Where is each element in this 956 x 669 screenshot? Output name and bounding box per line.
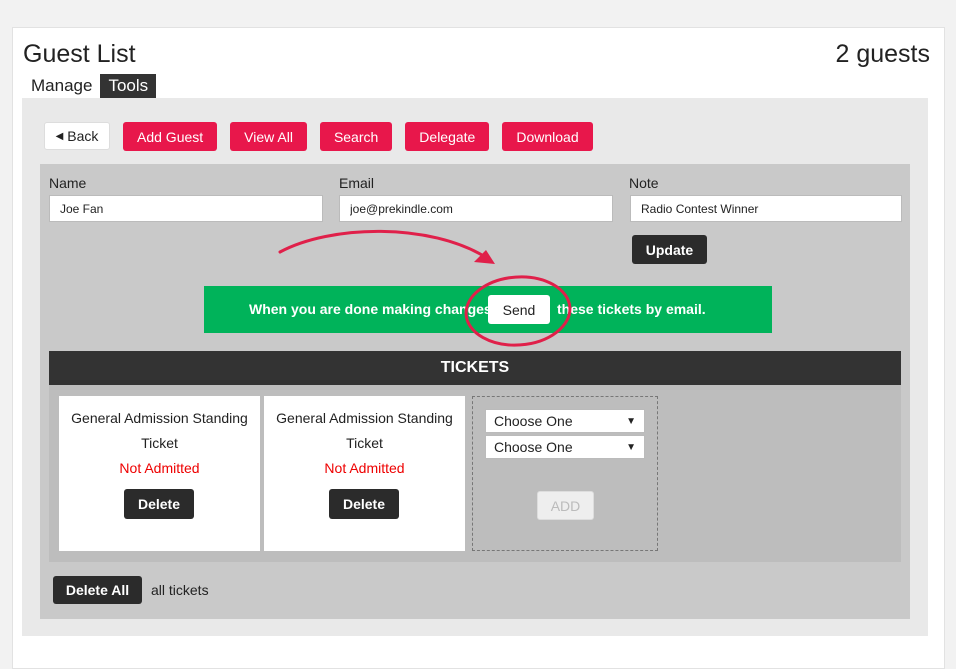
toolbar: ◀ Back Add Guest View All Search Delegat…: [44, 122, 593, 151]
name-label: Name: [49, 175, 87, 191]
banner-text-after: these tickets by email.: [557, 301, 706, 317]
add-ticket-box: Choose One ▼ Choose One ▼ ADD: [472, 396, 658, 551]
note-label: Note: [629, 175, 659, 191]
select-value: Choose One: [494, 439, 573, 455]
page-title: Guest List: [23, 40, 136, 68]
guest-list-card: Guest List 2 guests Manage Tools ◀ Back …: [12, 27, 945, 669]
tools-panel: ◀ Back Add Guest View All Search Delegat…: [22, 98, 928, 636]
guest-editor: Name Email Note Update When you are done…: [40, 164, 910, 619]
delete-ticket-button[interactable]: Delete: [329, 489, 399, 519]
ticket-status: Not Admitted: [324, 460, 405, 476]
back-button-label: Back: [67, 128, 99, 144]
ticket-name: General Admission Standing Ticket: [71, 410, 248, 451]
chevron-down-icon: ▼: [626, 415, 636, 427]
add-ticket-button[interactable]: ADD: [537, 491, 594, 520]
chevron-down-icon: ▼: [626, 441, 636, 453]
note-field[interactable]: [630, 195, 902, 222]
send-banner: When you are done making changes Send th…: [204, 286, 772, 333]
guest-count: 2 guests: [835, 40, 930, 68]
view-all-button[interactable]: View All: [230, 122, 307, 151]
ticket-option-select[interactable]: Choose One ▼: [485, 435, 645, 459]
ticket-card: General Admission Standing Ticket Not Ad…: [264, 396, 465, 551]
email-label: Email: [339, 175, 375, 191]
ticket-type-select[interactable]: Choose One ▼: [485, 409, 645, 433]
ticket-name: General Admission Standing Ticket: [276, 410, 453, 451]
tab-bar: Manage Tools: [23, 74, 157, 99]
download-button[interactable]: Download: [502, 122, 593, 151]
email-field[interactable]: [339, 195, 613, 222]
search-button[interactable]: Search: [319, 122, 393, 151]
caret-left-icon: ◀: [55, 130, 64, 142]
banner-text-before: When you are done making changes: [249, 301, 492, 317]
ticket-status: Not Admitted: [119, 460, 200, 476]
tab-manage[interactable]: Manage: [23, 74, 101, 99]
tickets-header: TICKETS: [49, 351, 901, 385]
delegate-button[interactable]: Delegate: [405, 122, 490, 151]
update-button[interactable]: Update: [632, 235, 707, 264]
delete-ticket-button[interactable]: Delete: [124, 489, 194, 519]
name-field[interactable]: [49, 195, 323, 222]
tab-tools[interactable]: Tools: [100, 74, 157, 99]
select-value: Choose One: [494, 413, 573, 429]
tickets-area: General Admission Standing Ticket Not Ad…: [49, 385, 901, 562]
add-guest-button[interactable]: Add Guest: [123, 122, 218, 151]
back-button[interactable]: ◀ Back: [44, 122, 110, 150]
delete-all-suffix: all tickets: [151, 582, 209, 598]
delete-all-button[interactable]: Delete All: [53, 576, 142, 604]
ticket-card: General Admission Standing Ticket Not Ad…: [59, 396, 260, 551]
send-button[interactable]: Send: [488, 295, 550, 324]
